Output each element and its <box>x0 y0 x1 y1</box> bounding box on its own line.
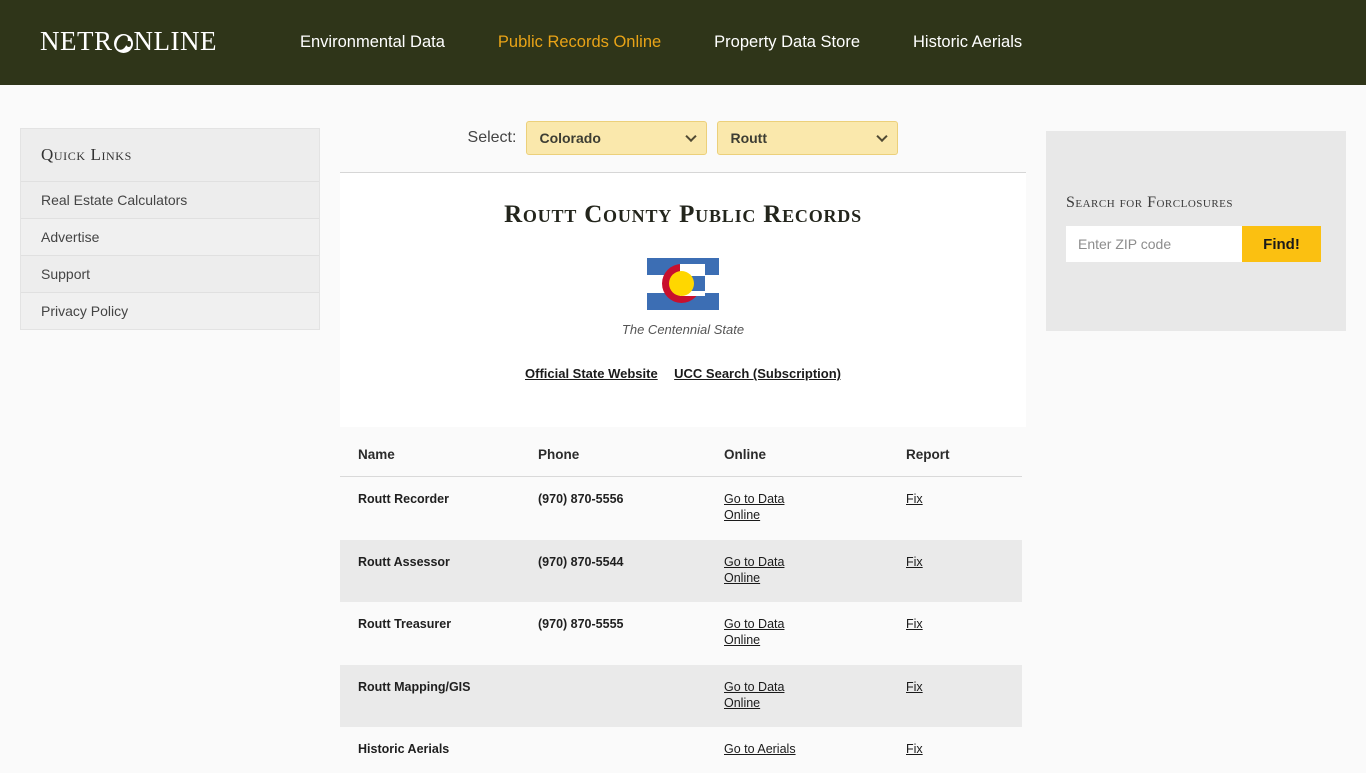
top-navigation-bar: NETR NLINE Environmental Data Public Reco… <box>0 0 1366 85</box>
sidebar-item-real-estate-calculators[interactable]: Real Estate Calculators <box>21 181 319 218</box>
cell-name: Routt Mapping/GIS <box>340 664 520 727</box>
state-select-value: Colorado <box>539 130 601 146</box>
fix-report-link[interactable]: Fix <box>906 616 923 632</box>
flag-yellow-disc <box>669 271 694 296</box>
go-to-data-online-link[interactable]: Go to Data Online <box>724 491 786 524</box>
state-links: Official State Website UCC Search (Subsc… <box>340 365 1026 383</box>
cell-name: Routt Assessor <box>340 539 520 602</box>
table-row: Routt Recorder (970) 870-5556 Go to Data… <box>340 476 1022 540</box>
quick-links-panel: Quick Links Real Estate Calculators Adve… <box>20 128 320 330</box>
column-header-report: Report <box>888 435 1022 477</box>
state-select[interactable]: Colorado <box>526 121 708 155</box>
official-state-website-link[interactable]: Official State Website <box>525 366 658 381</box>
nav-item-environmental-data[interactable]: Environmental Data <box>300 33 445 52</box>
colorado-state-flag-icon <box>647 258 719 310</box>
page-title: Routt County Public Records <box>504 201 862 228</box>
fix-report-link[interactable]: Fix <box>906 679 923 695</box>
quick-links-title: Quick Links <box>21 129 319 181</box>
go-to-data-online-link[interactable]: Go to Data Online <box>724 554 786 587</box>
netronline-logo[interactable]: NETR NLINE <box>40 26 217 57</box>
cell-online: Go to Aerials <box>706 727 888 773</box>
sidebar-item-advertise[interactable]: Advertise <box>21 218 319 255</box>
sidebar-item-privacy-policy[interactable]: Privacy Policy <box>21 292 319 329</box>
foreclosure-search-panel: Search for Forclosures Find! <box>1046 131 1346 331</box>
cell-name: Routt Recorder <box>340 476 520 540</box>
cell-report: Fix <box>888 476 1022 540</box>
nav-item-public-records-online[interactable]: Public Records Online <box>498 33 661 52</box>
cell-report: Fix <box>888 727 1022 773</box>
logo-text-after: NLINE <box>133 26 217 56</box>
nav-item-property-data-store[interactable]: Property Data Store <box>714 33 860 52</box>
cell-phone: (970) 870-5544 <box>520 539 706 602</box>
state-county-selector: Select: Colorado Routt <box>340 110 1026 166</box>
cell-online: Go to Data Online <box>706 476 888 540</box>
main-content-card: Routt County Public Records The Centenni… <box>340 172 1026 427</box>
sidebar-item-support[interactable]: Support <box>21 255 319 292</box>
cell-online: Go to Data Online <box>706 539 888 602</box>
primary-nav: Environmental Data Public Records Online… <box>300 0 1022 85</box>
fix-report-link[interactable]: Fix <box>906 491 923 507</box>
table-row: Routt Mapping/GIS Go to Data Online Fix <box>340 664 1022 727</box>
cell-phone <box>520 664 706 727</box>
table-row: Historic Aerials Go to Aerials Fix <box>340 727 1022 773</box>
select-label: Select: <box>467 129 517 146</box>
go-to-aerials-link[interactable]: Go to Aerials <box>724 741 796 757</box>
table-row: Routt Treasurer (970) 870-5555 Go to Dat… <box>340 602 1022 665</box>
fix-report-link[interactable]: Fix <box>906 741 923 757</box>
go-to-data-online-link[interactable]: Go to Data Online <box>724 679 786 712</box>
find-button[interactable]: Find! <box>1242 226 1321 262</box>
state-nickname: The Centennial State <box>621 322 745 337</box>
column-header-name: Name <box>340 435 520 477</box>
column-header-phone: Phone <box>520 435 706 477</box>
table-header-row: Name Phone Online Report <box>340 435 1022 477</box>
cell-phone: (970) 870-5555 <box>520 602 706 665</box>
cell-phone <box>520 727 706 773</box>
column-header-online: Online <box>706 435 888 477</box>
cell-online: Go to Data Online <box>706 664 888 727</box>
cell-online: Go to Data Online <box>706 602 888 665</box>
cell-report: Fix <box>888 539 1022 602</box>
public-records-table: Name Phone Online Report Routt Recorder … <box>340 435 1022 773</box>
foreclosure-search-form: Find! <box>1066 226 1346 262</box>
chevron-down-icon <box>876 130 889 143</box>
ucc-search-link[interactable]: UCC Search (Subscription) <box>674 366 841 381</box>
county-select-value: Routt <box>730 130 767 146</box>
logo-text-before: NETR <box>40 26 113 56</box>
cell-report: Fix <box>888 602 1022 665</box>
nav-item-historic-aerials[interactable]: Historic Aerials <box>913 33 1022 52</box>
state-flag-wrapper: The Centennial State <box>340 258 1026 337</box>
chevron-down-icon <box>685 130 698 143</box>
cell-phone: (970) 870-5556 <box>520 476 706 540</box>
zip-code-input[interactable] <box>1066 226 1242 262</box>
cell-name: Historic Aerials <box>340 727 520 773</box>
cell-name: Routt Treasurer <box>340 602 520 665</box>
globe-icon <box>113 34 133 53</box>
table-row: Routt Assessor (970) 870-5544 Go to Data… <box>340 539 1022 602</box>
foreclosure-search-title: Search for Forclosures <box>1066 194 1233 211</box>
go-to-data-online-link[interactable]: Go to Data Online <box>724 616 786 649</box>
cell-report: Fix <box>888 664 1022 727</box>
county-select[interactable]: Routt <box>717 121 899 155</box>
fix-report-link[interactable]: Fix <box>906 554 923 570</box>
